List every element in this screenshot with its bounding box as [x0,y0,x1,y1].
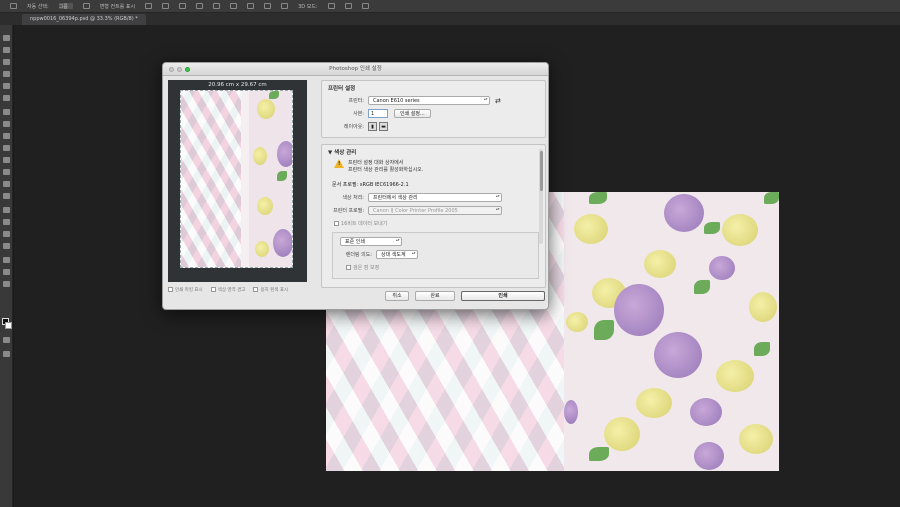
floral-pattern-image [564,192,779,471]
distribute-v-icon[interactable] [281,3,289,9]
pen-tool-icon[interactable] [3,207,10,213]
warning-line-1: 프린터 설정 대화 상자에서 [348,160,404,166]
edit-toolbar-icon[interactable] [3,281,10,287]
distribute-icon[interactable] [247,3,255,9]
print-button[interactable]: 인쇄 [461,291,545,301]
screen-mode-icon[interactable] [3,351,10,357]
color-handling-label: 색상 처리: [342,195,364,201]
auto-select-label: 자동 선택: [27,3,49,10]
crop-tool-icon[interactable] [3,83,10,89]
warning-line-2: 프린터 색상 관리를 활성화하십시오. [348,167,424,173]
background-color-swatch[interactable] [5,322,12,329]
zoom-window-icon[interactable] [185,66,190,72]
print-marks-checkbox[interactable]: 인쇄 마킹 표시 [168,287,203,293]
preview-size-label: 20.96 cm x 29.67 cm [208,82,267,88]
brush-tool-icon[interactable] [3,121,10,127]
preview-sheet[interactable] [180,90,293,268]
options-bar: 자동 선택: 그룹 변형 컨트롤 표시 3D 모드: [0,0,900,13]
color-warning: ! 프린터 설정 대화 상자에서 프린터 색상 관리를 활성화하십시오. [334,159,539,173]
printer-profile-label: 프린터 프로필: [333,208,364,214]
quick-mask-icon[interactable] [3,337,10,343]
zoom-tool-icon[interactable] [3,269,10,275]
document-tab-bar: nppw0016_06394p.psd @ 33.3% (RGB/8) * [0,13,900,25]
printer-setup-heading: 프린터 설정 [328,86,356,92]
color-management-group: ▼ 색상 관리 ! 프린터 설정 대화 상자에서 프린터 색상 관리를 활성화하… [321,144,546,288]
lasso-tool-icon[interactable] [3,59,10,65]
gamut-warning-checkbox[interactable]: 색상 영역 경고 [210,287,245,293]
settings-panel: 프린터 설정 프린터: Canon E610 series ⇄ 사본: 1 인쇄… [321,80,546,288]
send-16bit-checkbox[interactable] [334,221,339,226]
3d-pan-icon[interactable] [361,3,369,9]
normal-printing-select[interactable]: 표준 인쇄 [340,237,402,246]
send-16bit-label: 16비트 데이터 보내기 [341,221,388,227]
quick-select-tool-icon[interactable] [3,71,10,77]
settings-scrollbar[interactable] [539,149,543,244]
eyedropper-tool-icon[interactable] [3,95,10,101]
print-preview: 20.96 cm x 29.67 cm 인쇄 마킹 표시 색상 영역 경고 용지… [168,80,307,309]
document-tab[interactable]: nppw0016_06394p.psd @ 33.3% (RGB/8) * [22,14,146,25]
warning-icon: ! [334,159,344,168]
rendering-intent-select[interactable]: 상대 색도계 [376,250,418,259]
black-point-label: 검은 점 보정 [353,265,380,271]
preview-frame: 20.96 cm x 29.67 cm [168,80,307,282]
tools-panel [0,25,13,507]
type-tool-icon[interactable] [3,219,10,225]
healing-brush-tool-icon[interactable] [3,109,10,115]
copies-input[interactable]: 1 [368,109,388,118]
printer-sharing-icon[interactable]: ⇄ [495,97,501,105]
printer-label: 프린터: [348,98,365,104]
printer-setup-group: 프린터 설정 프린터: Canon E610 series ⇄ 사본: 1 인쇄… [321,80,546,138]
done-button[interactable]: 완료 [415,291,455,301]
dialog-footer: 취소 완료 인쇄 [385,291,545,301]
transform-controls-label: 변형 컨트롤 표시 [99,3,136,10]
print-settings-button[interactable]: 인쇄 설정... [394,109,431,118]
hand-tool-icon[interactable] [3,257,10,263]
distribute-h-icon[interactable] [264,3,272,9]
align-top-icon[interactable] [145,3,153,9]
transform-controls-checkbox[interactable] [82,3,90,9]
dialog-title: Photoshop 인쇄 설정 [329,66,382,72]
color-management-heading: ▼ 색상 관리 [328,150,357,156]
align-bottom-icon[interactable] [179,3,187,9]
align-right-icon[interactable] [230,3,238,9]
rendering-options-box: 표준 인쇄 렌더링 의도: 상대 색도계 검은 점 보정 [332,232,539,279]
move-tool-icon[interactable] [3,35,10,41]
layout-label: 레이아웃: [343,124,364,130]
close-window-icon[interactable] [169,66,174,72]
document-profile-text: 문서 프로필: sRGB IEC61966-2.1 [332,182,409,188]
align-left-icon[interactable] [196,3,204,9]
preview-geometric-image [181,91,241,267]
dodge-tool-icon[interactable] [3,193,10,199]
3d-roll-icon[interactable] [344,3,352,9]
path-select-tool-icon[interactable] [3,231,10,237]
preview-options: 인쇄 마킹 표시 색상 영역 경고 용지 흰색 표시 [168,285,318,295]
gradient-tool-icon[interactable] [3,169,10,175]
print-settings-dialog: Photoshop 인쇄 설정 20.96 cm x 29.67 cm 인쇄 마… [162,62,549,310]
blur-tool-icon[interactable] [3,181,10,187]
color-handling-select[interactable]: 프린터에서 색상 관리 [368,193,502,202]
clone-stamp-tool-icon[interactable] [3,133,10,139]
3d-mode-label: 3D 모드: [298,3,318,10]
align-middle-icon[interactable] [162,3,170,9]
auto-select-dropdown[interactable]: 그룹 [58,3,73,10]
printer-select[interactable]: Canon E610 series [368,96,490,105]
marquee-tool-icon[interactable] [3,47,10,53]
landscape-layout-icon[interactable]: ▬ [379,122,388,131]
printer-profile-select[interactable]: Canon IJ Color Printer Profile 2005 [368,206,502,215]
copies-label: 사본: [353,111,364,117]
3d-rotate-icon[interactable] [327,3,335,9]
paper-white-checkbox[interactable]: 용지 흰색 표시 [253,287,288,293]
portrait-layout-icon[interactable]: ▮ [368,122,377,131]
align-center-icon[interactable] [213,3,221,9]
rendering-intent-label: 렌더링 의도: [345,252,372,258]
eraser-tool-icon[interactable] [3,157,10,163]
dialog-titlebar[interactable]: Photoshop 인쇄 설정 [163,63,548,76]
history-brush-tool-icon[interactable] [3,145,10,151]
preview-floral-image [249,91,292,267]
cancel-button[interactable]: 취소 [385,291,409,301]
black-point-checkbox[interactable] [346,265,351,270]
shape-tool-icon[interactable] [3,243,10,249]
minimize-window-icon[interactable] [177,66,182,72]
move-tool-icon[interactable] [10,3,17,9]
